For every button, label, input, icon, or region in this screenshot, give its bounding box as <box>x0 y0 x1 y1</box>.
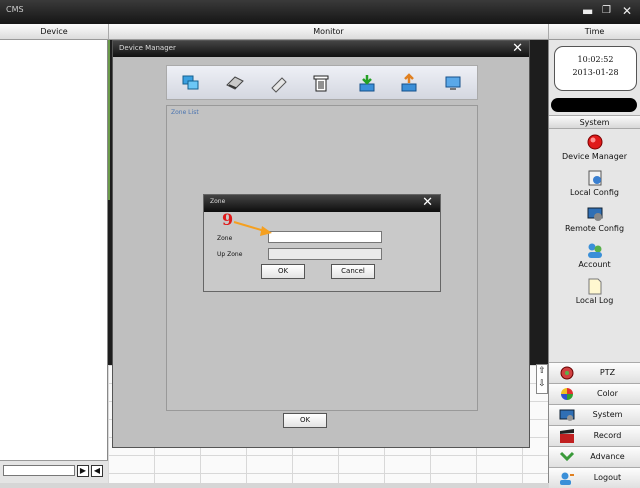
restore-icon[interactable]: ❐ <box>602 4 611 18</box>
menu-local-config[interactable]: Local Config <box>549 169 640 205</box>
up-zone-input[interactable] <box>268 248 382 260</box>
local-config-icon <box>588 170 601 186</box>
monitor-scroll-arrows[interactable]: ⇧ ⇩ <box>536 364 548 394</box>
system-panel-header: System <box>549 115 640 129</box>
add-device-icon[interactable] <box>181 73 201 93</box>
logout-icon <box>560 472 574 485</box>
account-icon <box>587 243 602 258</box>
zone-dialog-title: Zone <box>210 198 226 205</box>
color-button[interactable]: Color <box>549 383 640 404</box>
cloud-device-icon[interactable] <box>443 73 463 93</box>
app-titlebar: CMS ▬ ❐ ✕ <box>0 0 640 24</box>
zone-name-input[interactable] <box>268 231 382 243</box>
status-bar <box>551 98 637 112</box>
delete-icon[interactable] <box>311 73 331 93</box>
menu-device-manager-label: Device Manager <box>562 152 627 161</box>
menu-remote-config[interactable]: Remote Config <box>549 205 640 241</box>
device-manager-title: Device Manager <box>119 44 176 52</box>
menu-device-manager[interactable]: Device Manager <box>549 133 640 169</box>
up-zone-label: Up Zone <box>217 251 243 258</box>
device-manager-icon <box>587 134 602 150</box>
device-scrollbar[interactable] <box>3 465 75 476</box>
play-prev-icon[interactable]: ◀ <box>91 465 103 477</box>
import-icon[interactable] <box>357 73 377 93</box>
minimize-icon[interactable]: ▬ <box>582 4 593 18</box>
advance-button[interactable]: Advance <box>549 446 640 467</box>
system-icon <box>559 409 575 421</box>
device-column-header: Device <box>0 24 108 40</box>
menu-local-config-label: Local Config <box>570 188 619 197</box>
device-manager-ok-button[interactable]: OK <box>283 413 327 428</box>
record-clapper-icon <box>560 429 574 443</box>
record-button-label: Record <box>593 431 622 440</box>
record-button[interactable]: Record <box>549 425 640 446</box>
device-tree-panel[interactable] <box>0 40 108 460</box>
ptz-button-label: PTZ <box>599 368 616 377</box>
zone-dialog-titlebar: Zone ✕ <box>204 195 440 212</box>
close-icon[interactable]: ✕ <box>622 4 632 18</box>
edit-device-icon[interactable] <box>225 73 245 93</box>
zone-dialog: Zone ✕ Zone Up Zone OK Cancel <box>203 194 441 292</box>
menu-local-log[interactable]: Local Log <box>549 277 640 313</box>
system-button-label: System <box>592 410 623 419</box>
close-icon[interactable]: ✕ <box>422 195 433 210</box>
zone-ok-button[interactable]: OK <box>261 264 305 279</box>
system-button[interactable]: System <box>549 404 640 425</box>
zone-label: Zone <box>217 235 233 242</box>
device-manager-titlebar: Device Manager ✕ <box>113 41 529 57</box>
advance-button-label: Advance <box>590 452 625 461</box>
time-column-header: Time <box>548 24 640 40</box>
clock-date: 2013-01-28 <box>572 68 619 77</box>
local-log-icon <box>588 278 601 295</box>
app-title: CMS <box>6 5 24 14</box>
menu-remote-config-label: Remote Config <box>564 224 625 233</box>
export-icon[interactable] <box>399 73 419 93</box>
clock-time: 10:02:52 <box>577 55 614 64</box>
arrow-annotation-icon <box>233 221 272 236</box>
right-panel: 10:02:52 2013-01-28 System Device Manage… <box>548 40 640 488</box>
control-button-group: PTZ Color System Record Advance Logout <box>549 362 640 488</box>
zone-cancel-button[interactable]: Cancel <box>331 264 375 279</box>
menu-account[interactable]: Account <box>549 241 640 277</box>
remote-config-icon <box>587 207 602 221</box>
close-icon[interactable]: ✕ <box>512 41 523 56</box>
play-next-icon[interactable]: ▶ <box>77 465 89 477</box>
ptz-icon <box>560 366 574 380</box>
device-manager-toolbar <box>166 65 478 100</box>
menu-account-label: Account <box>578 260 611 269</box>
connect-icon[interactable] <box>269 73 289 93</box>
monitor-divider <box>108 40 110 200</box>
color-palette-icon <box>561 388 573 400</box>
logout-button[interactable]: Logout <box>549 467 640 488</box>
menu-local-log-label: Local Log <box>575 296 614 305</box>
monitor-column-header: Monitor <box>108 24 548 40</box>
ptz-button[interactable]: PTZ <box>549 362 640 383</box>
clock-display: 10:02:52 2013-01-28 <box>554 46 637 91</box>
advance-arrow-icon <box>559 451 575 462</box>
color-button-label: Color <box>597 389 618 398</box>
zone-list-label: Zone List <box>171 109 199 116</box>
logout-button-label: Logout <box>593 473 622 482</box>
